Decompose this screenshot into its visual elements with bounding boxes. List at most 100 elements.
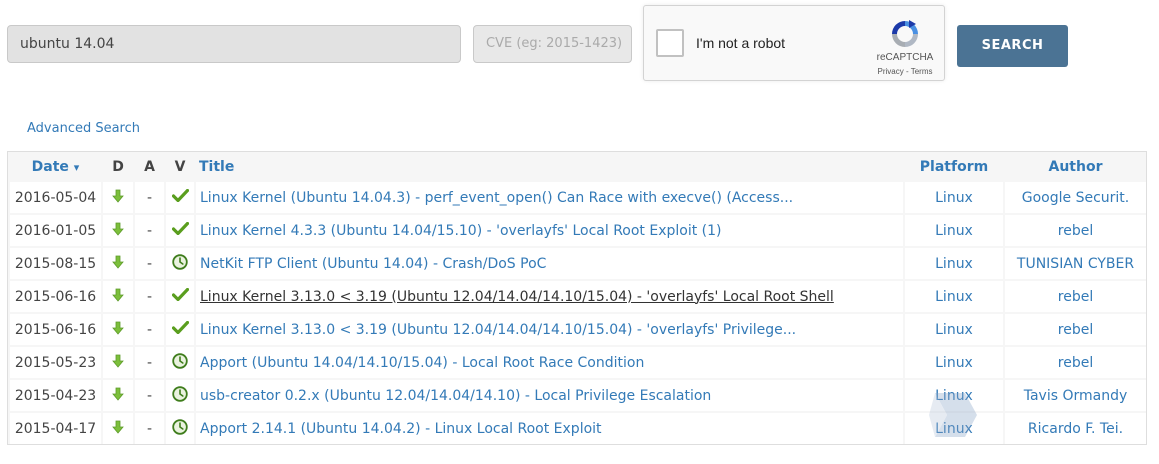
row-title-link[interactable]: Linux Kernel 4.3.3 (Ubuntu 14.04/15.10) … <box>196 215 903 246</box>
date-header-label: Date <box>31 159 69 175</box>
search-button[interactable]: SEARCH <box>957 25 1068 67</box>
row-title-link[interactable]: Apport 2.14.1 (Ubuntu 14.04.2) - Linux L… <box>196 413 903 444</box>
sort-caret-icon: ▾ <box>73 161 80 174</box>
verified-cell <box>166 380 194 411</box>
row-app: - <box>135 380 164 411</box>
download-arrow-icon[interactable] <box>112 255 124 273</box>
row-date: 2015-08-15 <box>10 248 101 279</box>
recaptcha-brand: reCAPTCHA <box>876 52 934 63</box>
row-date: 2015-04-23 <box>10 380 101 411</box>
row-platform-link[interactable]: Linux <box>905 281 1003 312</box>
row-date: 2015-06-16 <box>10 281 101 312</box>
row-author-link[interactable]: Ricardo F. Tei. <box>1005 413 1146 444</box>
row-author-link[interactable]: rebel <box>1005 215 1146 246</box>
row-title-link[interactable]: Apport (Ubuntu 14.04/14.10/15.04) - Loca… <box>196 347 903 378</box>
row-app: - <box>135 281 164 312</box>
row-author-link[interactable]: rebel <box>1005 281 1146 312</box>
author-column-header[interactable]: Author <box>1005 154 1146 180</box>
checkmark-icon <box>171 188 189 206</box>
clock-icon <box>172 253 188 274</box>
row-title-link[interactable]: Linux Kernel (Ubuntu 14.04.3) - perf_eve… <box>196 182 903 213</box>
row-platform-link[interactable]: Linux <box>905 347 1003 378</box>
download-cell[interactable] <box>103 182 133 213</box>
download-arrow-icon[interactable] <box>112 387 124 405</box>
advanced-search-link[interactable]: Advanced Search <box>27 121 140 136</box>
table-row: 2016-05-04 - Linux Kernel (Ubuntu 14.04.3)… <box>10 182 1146 213</box>
download-cell[interactable] <box>103 215 133 246</box>
results-table: Date ▾ D A V Title Platform Author 2016-… <box>7 151 1147 445</box>
row-platform-link[interactable]: Linux <box>905 182 1003 213</box>
table-row: 2016-01-05 - Linux Kernel 4.3.3 (Ubuntu 14… <box>10 215 1146 246</box>
row-date: 2015-06-16 <box>10 314 101 345</box>
recaptcha-logo-icon <box>889 18 921 54</box>
cve-input[interactable]: CVE (eg: 2015-1423) <box>473 25 632 63</box>
row-app: - <box>135 182 164 213</box>
row-title-link[interactable]: usb-creator 0.2.x (Ubuntu 12.04/14.04/14… <box>196 380 903 411</box>
row-platform-link[interactable]: Linux <box>905 380 1003 411</box>
checkmark-icon <box>171 320 189 338</box>
row-author-link[interactable]: rebel <box>1005 347 1146 378</box>
row-app: - <box>135 347 164 378</box>
download-cell[interactable] <box>103 248 133 279</box>
row-title-link[interactable]: NetKit FTP Client (Ubuntu 14.04) - Crash… <box>196 248 903 279</box>
row-date: 2016-05-04 <box>10 182 101 213</box>
download-arrow-icon[interactable] <box>112 288 124 306</box>
platform-column-header[interactable]: Platform <box>905 154 1003 180</box>
checkmark-icon <box>171 221 189 239</box>
download-arrow-icon[interactable] <box>112 321 124 339</box>
recaptcha-terms-link[interactable]: Privacy - Terms <box>870 67 940 76</box>
row-app: - <box>135 215 164 246</box>
row-platform-link[interactable]: Linux <box>905 413 1003 444</box>
row-date: 2015-05-23 <box>10 347 101 378</box>
verified-cell <box>166 281 194 312</box>
row-title-link[interactable]: Linux Kernel 3.13.0 < 3.19 (Ubuntu 12.04… <box>196 314 903 345</box>
row-platform-link[interactable]: Linux <box>905 314 1003 345</box>
download-cell[interactable] <box>103 281 133 312</box>
table-row: 2015-04-17 - Apport 2.14.1 (Ubuntu 14.04.2… <box>10 413 1146 444</box>
verified-cell <box>166 314 194 345</box>
verified-column-header: V <box>166 154 194 180</box>
row-author-link[interactable]: rebel <box>1005 314 1146 345</box>
verified-cell <box>166 413 194 444</box>
search-input[interactable]: ubuntu 14.04 <box>7 25 461 63</box>
row-platform-link[interactable]: Linux <box>905 248 1003 279</box>
row-platform-link[interactable]: Linux <box>905 215 1003 246</box>
download-cell[interactable] <box>103 347 133 378</box>
title-column-header[interactable]: Title <box>196 154 903 180</box>
download-arrow-icon[interactable] <box>112 222 124 240</box>
verified-cell <box>166 215 194 246</box>
row-author-link[interactable]: Google Securit. <box>1005 182 1146 213</box>
verified-cell <box>166 182 194 213</box>
recaptcha-widget: I'm not a robot reCAPTCHA Privacy - Term… <box>643 5 945 81</box>
date-column-header[interactable]: Date ▾ <box>10 154 101 180</box>
app-column-header: A <box>135 154 164 180</box>
table-row: 2015-04-23 - usb-creator 0.2.x (Ubuntu 12.… <box>10 380 1146 411</box>
table-row: 2015-06-16 - Linux Kernel 3.13.0 < 3.19 (U… <box>10 281 1146 312</box>
row-app: - <box>135 413 164 444</box>
row-author-link[interactable]: TUNISIAN CYBER <box>1005 248 1146 279</box>
verified-cell <box>166 347 194 378</box>
download-column-header: D <box>103 154 133 180</box>
download-arrow-icon[interactable] <box>112 189 124 207</box>
download-cell[interactable] <box>103 380 133 411</box>
download-cell[interactable] <box>103 413 133 444</box>
download-arrow-icon[interactable] <box>112 354 124 372</box>
table-header-row: Date ▾ D A V Title Platform Author <box>10 154 1146 180</box>
row-title-link[interactable]: Linux Kernel 3.13.0 < 3.19 (Ubuntu 12.04… <box>196 281 903 312</box>
download-cell[interactable] <box>103 314 133 345</box>
row-app: - <box>135 314 164 345</box>
recaptcha-checkbox[interactable] <box>656 29 684 57</box>
verified-cell <box>166 248 194 279</box>
row-app: - <box>135 248 164 279</box>
row-date: 2015-04-17 <box>10 413 101 444</box>
checkmark-icon <box>171 287 189 305</box>
clock-icon <box>172 385 188 406</box>
clock-icon <box>172 418 188 439</box>
row-author-link[interactable]: Tavis Ormandy <box>1005 380 1146 411</box>
download-arrow-icon[interactable] <box>112 420 124 438</box>
recaptcha-label: I'm not a robot <box>696 35 786 51</box>
row-date: 2016-01-05 <box>10 215 101 246</box>
clock-icon <box>172 352 188 373</box>
table-row: 2015-08-15 - NetKit FTP Client (Ubuntu 14.… <box>10 248 1146 279</box>
table-row: 2015-05-23 - Apport (Ubuntu 14.04/14.10/15… <box>10 347 1146 378</box>
